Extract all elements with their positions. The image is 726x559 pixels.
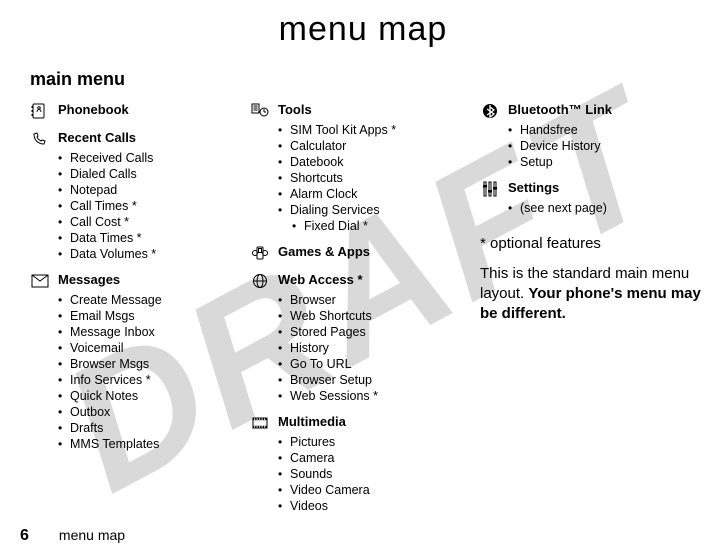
list-item: Browser Setup	[278, 372, 460, 388]
phonebook-icon	[30, 102, 50, 120]
page-number: 6	[20, 527, 29, 545]
list-item: Quick Notes	[58, 388, 230, 404]
recent-calls-label: Recent Calls	[58, 130, 136, 146]
web-label: Web Access *	[278, 272, 363, 288]
section-bluetooth: Bluetooth™ Link Handsfree Device History…	[480, 102, 710, 170]
list-item: Notepad	[58, 182, 230, 198]
list-item: Drafts	[58, 420, 230, 436]
list-item: Browser Msgs	[58, 356, 230, 372]
messages-icon	[30, 272, 50, 290]
list-item: Data Volumes *	[58, 246, 230, 262]
main-menu-heading: main menu	[30, 69, 696, 90]
multimedia-list: Pictures Camera Sounds Video Camera Vide…	[250, 434, 460, 514]
messages-list: Create Message Email Msgs Message Inbox …	[30, 292, 230, 452]
web-icon	[250, 272, 270, 290]
list-item: Info Services *	[58, 372, 230, 388]
list-item: Outbox	[58, 404, 230, 420]
note-block: * optional features This is the standard…	[480, 234, 710, 324]
list-item: Dialing Services	[278, 202, 460, 218]
tools-sublist: Fixed Dial *	[250, 218, 460, 234]
list-item: History	[278, 340, 460, 356]
bluetooth-list: Handsfree Device History Setup	[480, 122, 710, 170]
settings-icon	[480, 180, 500, 198]
list-item: (see next page)	[508, 200, 710, 216]
multimedia-icon	[250, 414, 270, 432]
list-item: Received Calls	[58, 150, 230, 166]
settings-label: Settings	[508, 180, 559, 196]
list-item: Message Inbox	[58, 324, 230, 340]
list-item: Setup	[508, 154, 710, 170]
settings-list: (see next page)	[480, 200, 710, 216]
section-phonebook: Phonebook	[30, 102, 230, 120]
section-recent-calls: Recent Calls Received Calls Dialed Calls…	[30, 130, 230, 262]
list-item: Email Msgs	[58, 308, 230, 324]
list-item: SIM Tool Kit Apps *	[278, 122, 460, 138]
list-item: Go To URL	[278, 356, 460, 372]
phonebook-label: Phonebook	[58, 102, 129, 118]
section-web: Web Access * Browser Web Shortcuts Store…	[250, 272, 460, 404]
games-label: Games & Apps	[278, 244, 370, 260]
footer-text: menu map	[59, 527, 125, 543]
list-item: Sounds	[278, 466, 460, 482]
list-item: MMS Templates	[58, 436, 230, 452]
list-item: Browser	[278, 292, 460, 308]
list-item: Fixed Dial *	[292, 218, 460, 234]
list-item: Datebook	[278, 154, 460, 170]
list-item: Alarm Clock	[278, 186, 460, 202]
list-item: Pictures	[278, 434, 460, 450]
messages-label: Messages	[58, 272, 120, 288]
list-item: Video Camera	[278, 482, 460, 498]
bluetooth-icon	[480, 102, 500, 120]
list-item: Stored Pages	[278, 324, 460, 340]
section-tools: Tools SIM Tool Kit Apps * Calculator Dat…	[250, 102, 460, 234]
multimedia-label: Multimedia	[278, 414, 346, 430]
section-multimedia: Multimedia Pictures Camera Sounds Video …	[250, 414, 460, 514]
list-item: Web Shortcuts	[278, 308, 460, 324]
page-title: menu map	[30, 10, 696, 49]
list-item: Create Message	[58, 292, 230, 308]
recent-calls-icon	[30, 130, 50, 148]
list-item: Web Sessions *	[278, 388, 460, 404]
recent-calls-list: Received Calls Dialed Calls Notepad Call…	[30, 150, 230, 262]
section-games: Games & Apps	[250, 244, 460, 262]
list-item: Call Cost *	[58, 214, 230, 230]
list-item: Videos	[278, 498, 460, 514]
list-item: Handsfree	[508, 122, 710, 138]
games-icon	[250, 244, 270, 262]
tools-icon	[250, 102, 270, 120]
list-item: Device History	[508, 138, 710, 154]
bluetooth-label: Bluetooth™ Link	[508, 102, 612, 118]
web-list: Browser Web Shortcuts Stored Pages Histo…	[250, 292, 460, 404]
list-item: Call Times *	[58, 198, 230, 214]
tools-list: SIM Tool Kit Apps * Calculator Datebook …	[250, 122, 460, 218]
tools-label: Tools	[278, 102, 312, 118]
list-item: Voicemail	[58, 340, 230, 356]
section-messages: Messages Create Message Email Msgs Messa…	[30, 272, 230, 452]
list-item: Data Times *	[58, 230, 230, 246]
list-item: Camera	[278, 450, 460, 466]
page-footer: 6 menu map	[0, 527, 125, 545]
list-item: Shortcuts	[278, 170, 460, 186]
list-item: Calculator	[278, 138, 460, 154]
section-settings: Settings (see next page)	[480, 180, 710, 216]
optional-features-note: * optional features	[480, 234, 710, 254]
list-item: Dialed Calls	[58, 166, 230, 182]
